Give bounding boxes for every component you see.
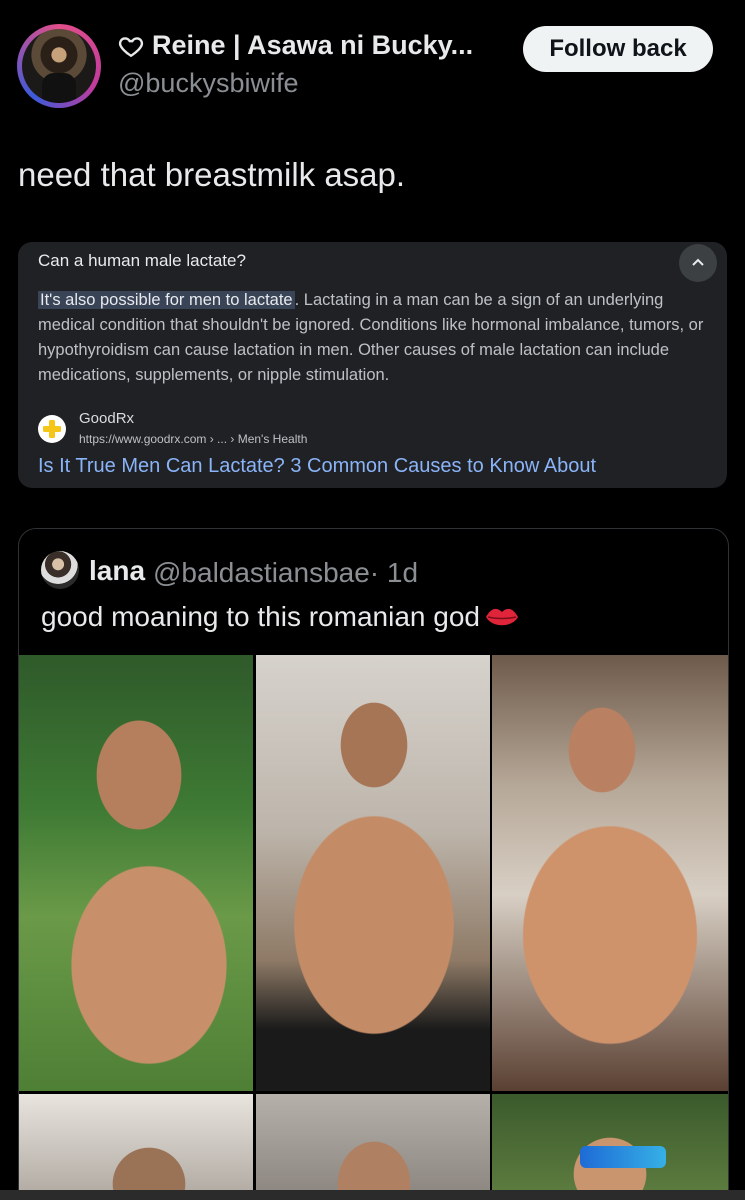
chevron-up-icon: [692, 258, 704, 266]
heart-outline-icon: [118, 36, 144, 57]
profile-avatar[interactable]: [17, 24, 101, 108]
avatar-image: [22, 29, 96, 103]
follow-back-button[interactable]: Follow back: [523, 26, 713, 72]
photo-1[interactable]: [19, 655, 253, 1091]
source-name: GoodRx: [79, 410, 135, 427]
display-name: Reine | Asawa ni Bucky...: [152, 30, 474, 60]
photo-4[interactable]: [19, 1094, 253, 1200]
result-title-link[interactable]: Is It True Men Can Lactate? 3 Common Cau…: [38, 455, 596, 478]
kiss-lips-icon: [485, 608, 518, 626]
quote-tweet[interactable]: lana @baldastiansbae· 1d good moaning to…: [18, 528, 729, 1200]
goodrx-logo-icon: [38, 415, 66, 443]
photo-6[interactable]: [492, 1094, 728, 1200]
bottom-edge: [0, 1190, 745, 1200]
card-answer: It's also possible for men to lactate. L…: [38, 288, 718, 388]
card-question: Can a human male lactate?: [38, 251, 246, 270]
tweet-page: Reine | Asawa ni Bucky... @buckysbiwife …: [0, 0, 745, 1200]
quote-avatar[interactable]: [41, 551, 79, 589]
photo-3[interactable]: [492, 655, 728, 1091]
quote-handle-time: @baldastiansbae· 1d: [153, 557, 418, 589]
google-answer-card[interactable]: Can a human male lactate? It's also poss…: [18, 242, 727, 488]
quote-handle: @baldastiansbae: [153, 557, 370, 588]
quote-time: · 1d: [369, 557, 419, 588]
quote-name: lana: [89, 555, 146, 586]
display-name-row[interactable]: Reine | Asawa ni Bucky...: [118, 30, 473, 61]
quote-text-row: good moaning to this romanian god: [41, 601, 520, 633]
photo-2[interactable]: [256, 655, 490, 1091]
photo-5[interactable]: [256, 1094, 490, 1200]
answer-highlight: It's also possible for men to lactate: [38, 291, 295, 309]
source-url: https://www.goodrx.com › ... › Men's Hea…: [79, 432, 308, 446]
quote-text: good moaning to this romanian god: [41, 601, 480, 632]
user-handle[interactable]: @buckysbiwife: [118, 68, 298, 99]
collapse-button[interactable]: [679, 244, 717, 282]
tweet-text: need that breastmilk asap.: [18, 156, 406, 193]
